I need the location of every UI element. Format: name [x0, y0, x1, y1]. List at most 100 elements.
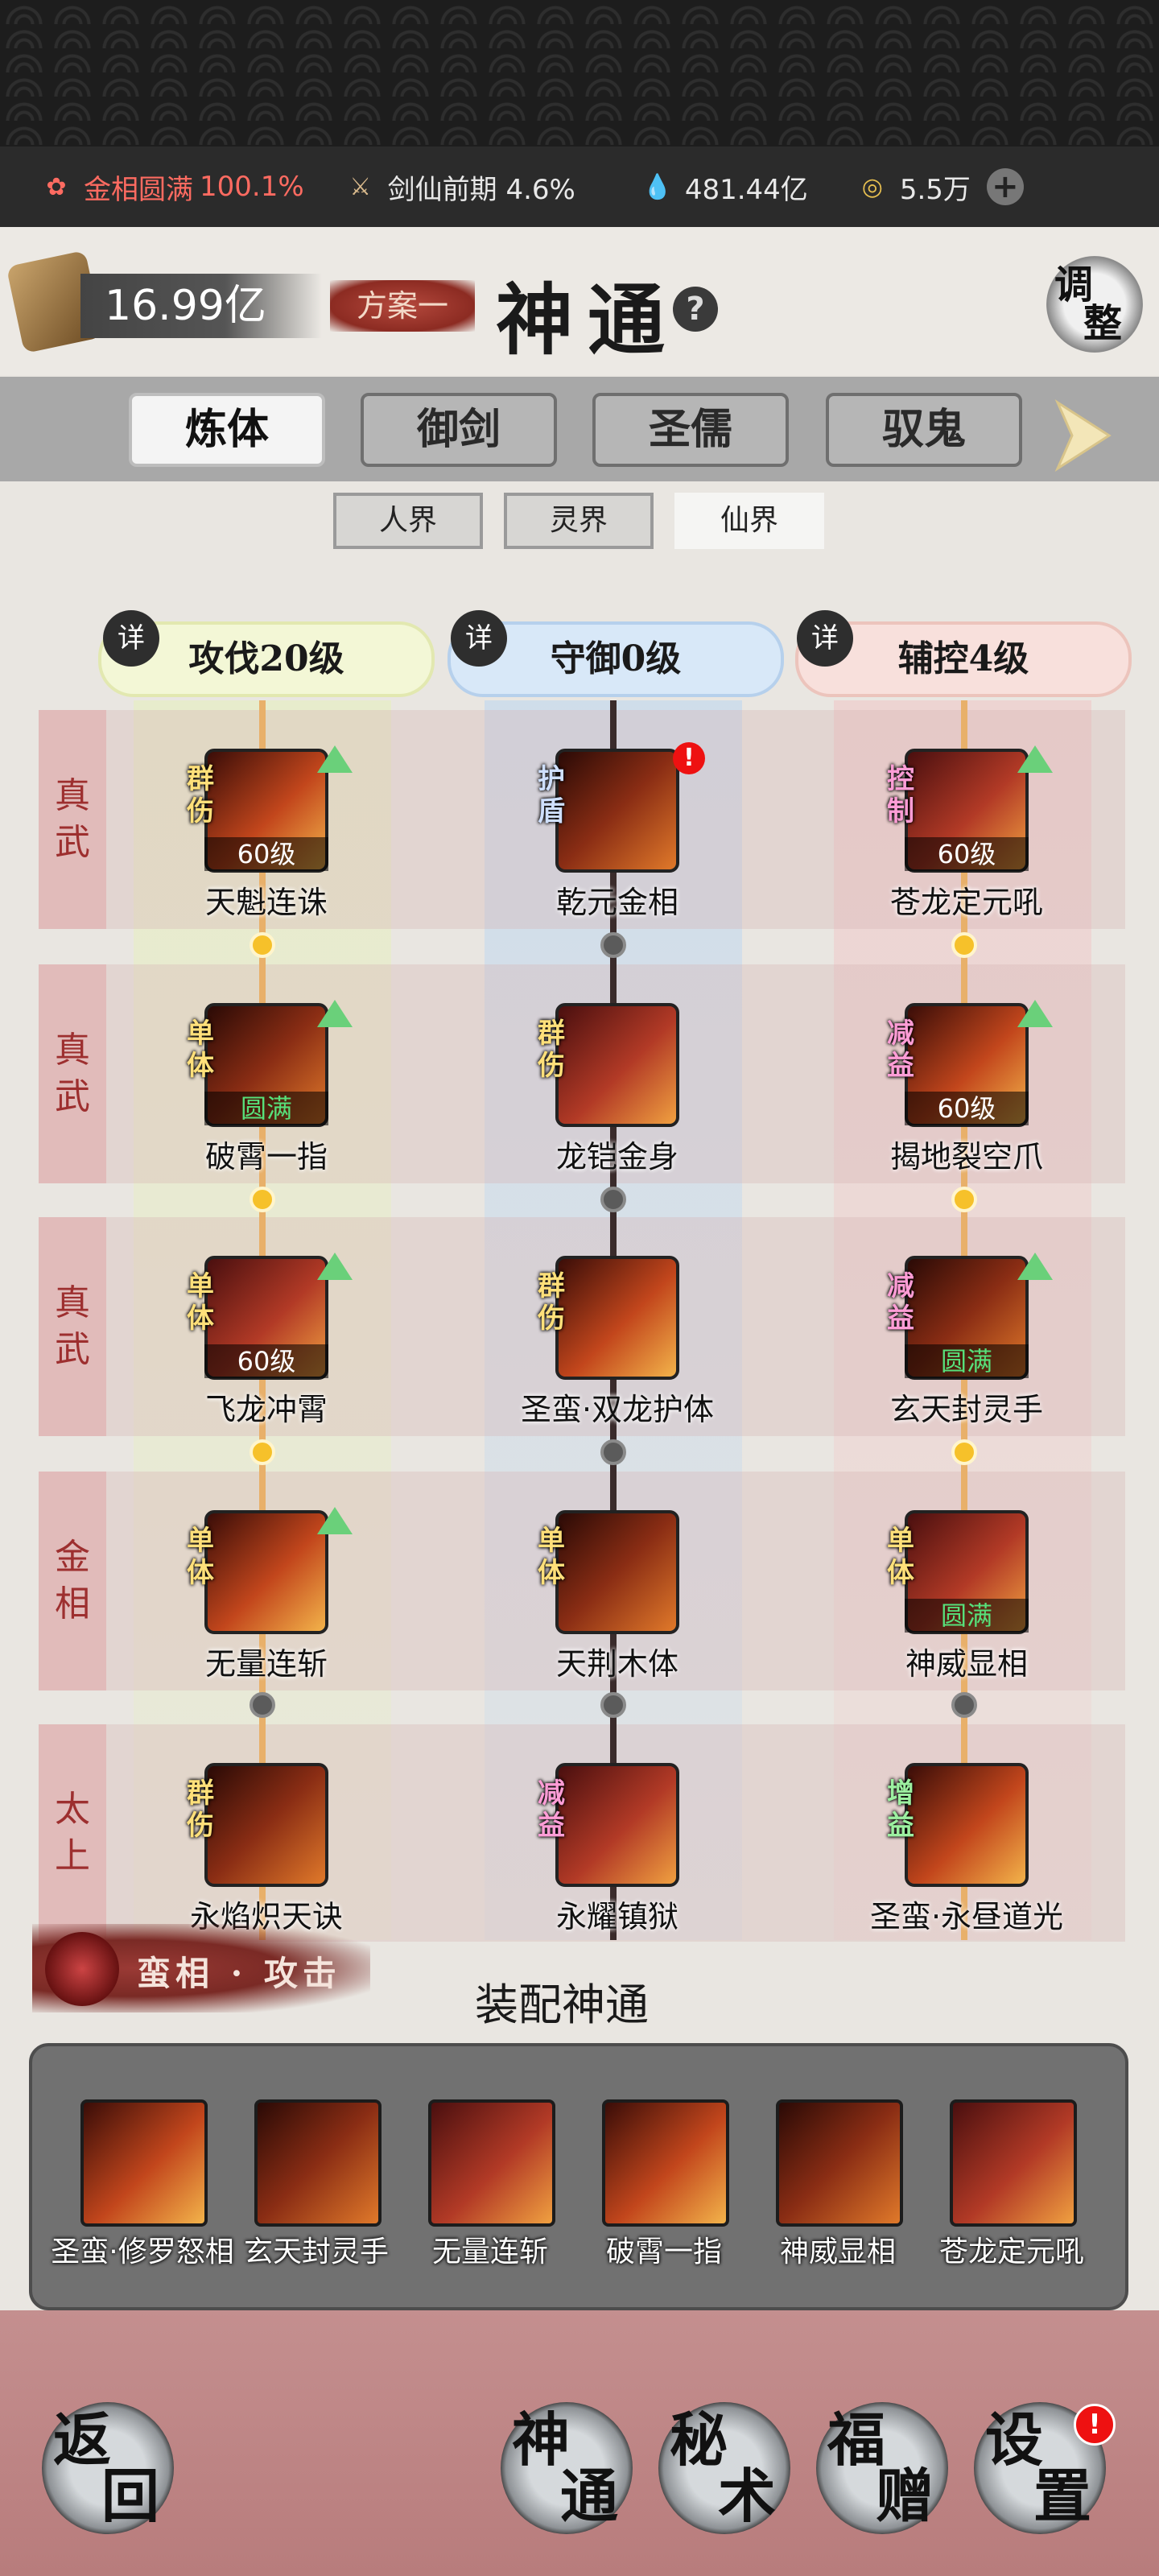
- realm-stat: ✿ 金相圆满 100.1%: [39, 167, 304, 207]
- nav-secret-arts[interactable]: 秘 术: [658, 2402, 790, 2534]
- skill-card[interactable]: 单体 60级 飞龙冲霄: [134, 1253, 391, 1449]
- skill-card[interactable]: 减益永耀镇狱: [485, 1763, 742, 1956]
- alert-badge: !: [673, 742, 705, 774]
- chevron-right-icon[interactable]: [1051, 399, 1116, 472]
- equip-title: 装配神通: [475, 1979, 649, 2030]
- page-title: 神通: [496, 275, 679, 365]
- skill-card[interactable]: 护盾乾元金相!: [485, 742, 742, 942]
- tier-char: 武: [55, 1076, 90, 1117]
- tag-char: 群: [538, 1018, 565, 1050]
- tier-label: 真武: [39, 710, 106, 929]
- tab-ghost[interactable]: 驭鬼: [826, 393, 1022, 467]
- back-char: 返: [53, 2405, 112, 2474]
- equipped-skill-name: 圣蛮·修罗怒相: [51, 2235, 234, 2268]
- nav-blessings[interactable]: 福 赠: [816, 2402, 948, 2534]
- equipped-skill[interactable]: 神威显相: [753, 2099, 922, 2268]
- equipped-skill-name: 神威显相: [779, 2235, 896, 2268]
- equipped-skill[interactable]: 玄天封灵手: [232, 2099, 401, 2268]
- swirl-coin-icon: ◎: [861, 172, 883, 201]
- help-icon[interactable]: ?: [673, 287, 718, 332]
- defense-detail-button[interactable]: 详: [451, 610, 507, 667]
- tab-sword[interactable]: 御剑: [361, 393, 557, 467]
- nav-char: 通: [560, 2462, 619, 2530]
- tag-char: 伤: [538, 1302, 565, 1335]
- tag-char: 单: [887, 1525, 914, 1557]
- skill-name: 圣蛮·永昼道光: [869, 1899, 1064, 1934]
- equipped-skill[interactable]: 无量连斩: [406, 2099, 575, 2268]
- skill-card[interactable]: 增益圣蛮·永昼道光: [834, 1763, 1091, 1956]
- skill-card[interactable]: 单体天荆木体: [485, 1510, 742, 1703]
- tier-char: 武: [55, 1329, 90, 1370]
- skill-type-tag: 单体: [182, 1270, 219, 1335]
- plan-selector[interactable]: 方案一: [330, 280, 475, 332]
- skill-level: 圆满: [905, 1599, 1029, 1633]
- skill-card[interactable]: 控制 60级 苍龙定元吼: [834, 745, 1091, 942]
- skill-type-tag: 单体: [182, 1525, 219, 1589]
- skill-icon: [555, 1003, 679, 1127]
- equipped-skill-name: 玄天封灵手: [243, 2235, 389, 2268]
- skill-name: 揭地裂空爪: [889, 1139, 1043, 1174]
- control-detail-button[interactable]: 详: [797, 610, 853, 667]
- tag-char: 增: [887, 1777, 914, 1810]
- skill-icon: [254, 2099, 382, 2227]
- add-currency-button[interactable]: +: [986, 168, 1024, 205]
- skill-icon: [204, 1763, 328, 1887]
- equipped-skill[interactable]: 破霄一指: [580, 2099, 749, 2268]
- skill-type-tag: 群伤: [182, 763, 219, 828]
- demon-face-icon: [45, 1932, 119, 2006]
- skill-card[interactable]: 减益圆满 玄天封灵手: [834, 1253, 1091, 1449]
- skill-card[interactable]: 群伤 60级 天魁连诛: [134, 745, 391, 942]
- back-button[interactable]: 返 回: [42, 2402, 174, 2534]
- adjust-label-1: 调: [1054, 262, 1094, 308]
- lotus-icon: ✿: [46, 172, 67, 201]
- skill-name: 永耀镇狱: [555, 1899, 678, 1934]
- subtab-human-realm[interactable]: 人界: [333, 493, 483, 549]
- tag-char: 单: [538, 1525, 565, 1557]
- subtab-spirit-realm[interactable]: 灵界: [504, 493, 654, 549]
- skill-card[interactable]: 单体圆满 破霄一指: [134, 1000, 391, 1196]
- skill-card[interactable]: 减益 60级 揭地裂空爪: [834, 1000, 1091, 1196]
- upgrade-arrow-icon: [1017, 745, 1053, 773]
- skill-name: 无量连斩: [204, 1646, 328, 1682]
- tier-char: 太: [55, 1789, 90, 1830]
- equipped-skill[interactable]: 苍龙定元吼: [927, 2099, 1096, 2268]
- tag-char: 群: [538, 1270, 565, 1302]
- skill-icon: [555, 749, 679, 873]
- tier-char: 武: [55, 822, 90, 863]
- skill-type-tag: 护盾: [533, 763, 570, 828]
- tag-char: 伤: [538, 1050, 565, 1082]
- skill-type-tag: 群伤: [182, 1777, 219, 1842]
- skill-name: 神威显相: [905, 1646, 1028, 1682]
- nav-char: 福: [827, 2405, 886, 2474]
- skill-card[interactable]: 单体圆满 神威显相: [834, 1510, 1091, 1703]
- tag-char: 减: [887, 1270, 914, 1302]
- tag-char: 体: [187, 1302, 214, 1335]
- realm-percent: 100.1%: [200, 171, 304, 203]
- skill-name: 龙铠金身: [555, 1139, 678, 1174]
- tab-body-refining[interactable]: 炼体: [129, 393, 325, 467]
- skill-card[interactable]: 群伤圣蛮·双龙护体: [485, 1256, 742, 1449]
- nav-char: 赠: [876, 2462, 934, 2530]
- tag-char: 体: [538, 1557, 565, 1589]
- tag-char: 群: [187, 1777, 214, 1810]
- tag-char: 单: [187, 1018, 214, 1050]
- spirit-stone-stat: 💧 481.44亿: [640, 167, 808, 207]
- loadout-label[interactable]: 蛮相 · 攻击: [137, 1946, 341, 1996]
- skill-card[interactable]: 单体无量连斩: [134, 1507, 391, 1703]
- nav-char: 术: [718, 2462, 777, 2530]
- skill-icon: [905, 1763, 1029, 1887]
- subtab-immortal-realm[interactable]: 仙界: [674, 493, 824, 549]
- equipped-skill[interactable]: 圣蛮·修罗怒相: [51, 2099, 234, 2268]
- skill-level: 60级: [204, 1344, 328, 1378]
- attack-detail-button[interactable]: 详: [103, 610, 159, 667]
- sword-icon: ⚔: [349, 172, 372, 201]
- spirit-stone-amount: 481.44亿: [684, 173, 808, 206]
- adjust-button[interactable]: 调 整: [1046, 256, 1143, 353]
- nav-char: 秘: [670, 2405, 728, 2474]
- coin-stat: ◎ 5.5万: [855, 167, 971, 207]
- skill-icon: [602, 2099, 729, 2227]
- nav-divine-arts[interactable]: 神 通: [501, 2402, 633, 2534]
- tab-confucian[interactable]: 圣儒: [592, 393, 789, 467]
- skill-icon: [80, 2099, 208, 2227]
- skill-card[interactable]: 群伤龙铠金身: [485, 1003, 742, 1196]
